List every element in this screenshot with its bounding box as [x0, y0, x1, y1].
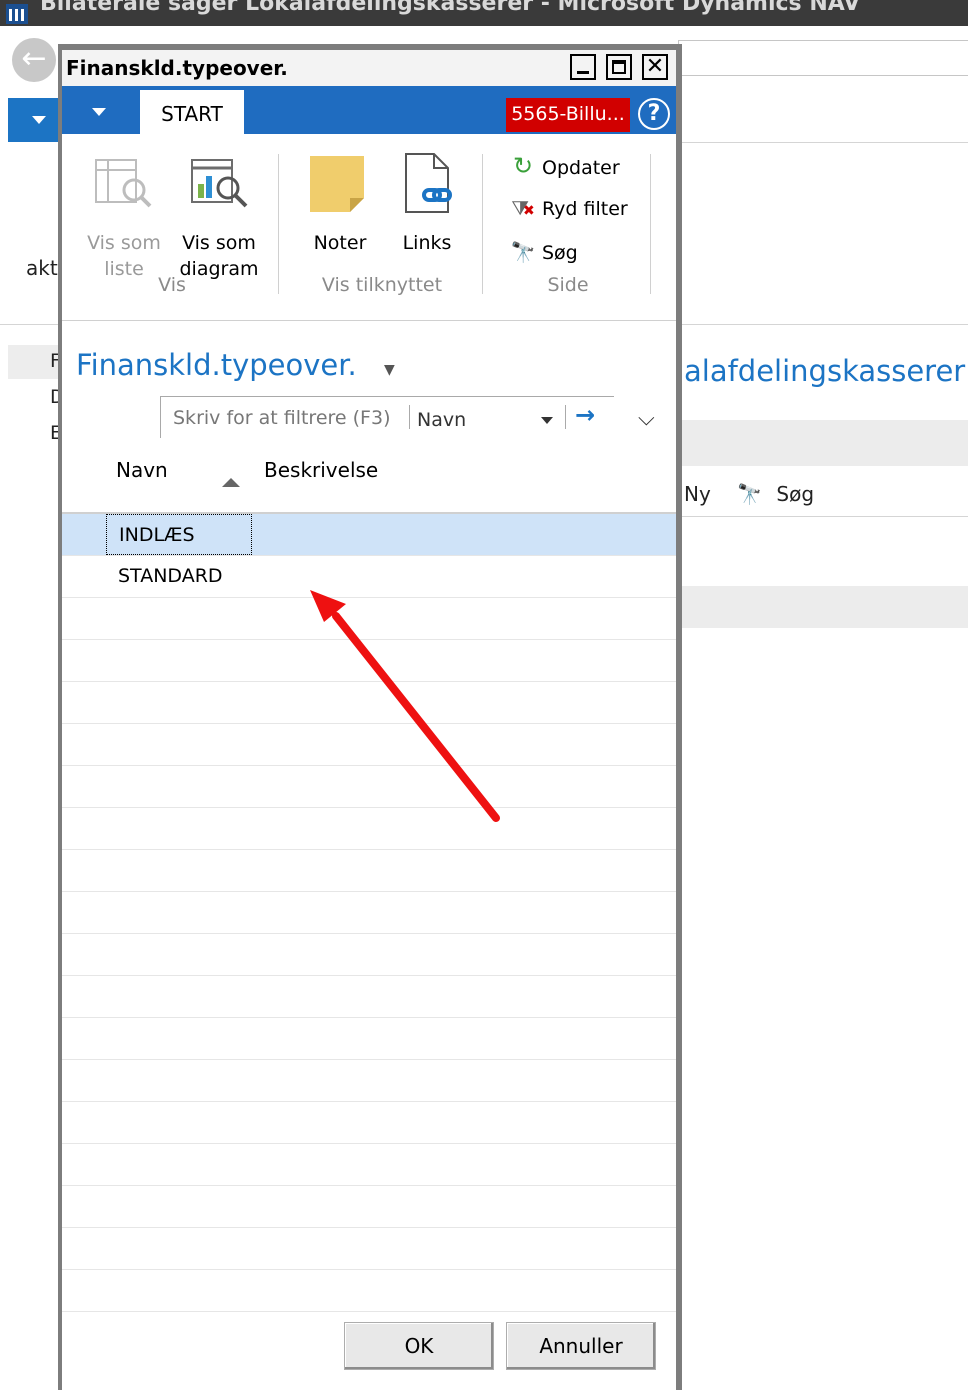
- main-action-bar: Ny 🔭 Søg: [684, 482, 814, 506]
- dialog-titlebar[interactable]: Finanskld.typeover. ✕: [62, 50, 676, 86]
- links-button[interactable]: Links: [392, 230, 462, 256]
- row-name-cell[interactable]: STANDARD: [106, 556, 233, 597]
- filter-field-dropdown-icon[interactable]: [541, 417, 553, 424]
- refresh-icon: ↻: [512, 152, 534, 180]
- notes-icon: [310, 156, 364, 212]
- empty-row: [62, 1060, 676, 1102]
- dialog-title: Finanskld.typeover.: [66, 56, 288, 80]
- main-new-action[interactable]: Ny: [684, 482, 711, 506]
- minimize-button[interactable]: [570, 54, 596, 80]
- dialog-menu-button[interactable]: [66, 90, 132, 132]
- empty-row: [62, 598, 676, 640]
- binoculars-icon: 🔭: [510, 240, 536, 264]
- empty-row: [62, 1144, 676, 1186]
- empty-row: [62, 934, 676, 976]
- dialog-tab-row: START 5565-Billu... ?: [62, 86, 676, 134]
- filter-bar: Skriv for at filtrere (F3) Navn →: [160, 396, 614, 438]
- empty-row: [62, 1102, 676, 1144]
- lookup-grid: INDLÆS STANDARD: [62, 514, 676, 1312]
- ribbon-separator: [482, 154, 483, 294]
- help-icon[interactable]: ?: [638, 98, 670, 130]
- links-icon: [405, 153, 452, 213]
- row-name-cell[interactable]: INDLÆS: [106, 514, 252, 555]
- noter-button[interactable]: Noter: [300, 230, 380, 256]
- main-ribbon-tab-divider: [680, 142, 968, 143]
- empty-row: [62, 1270, 676, 1312]
- dialog-ribbon: Vis som liste Vis som diagram Vis Noter …: [62, 134, 676, 321]
- sort-ascending-icon: [222, 478, 240, 487]
- filter-field-select[interactable]: Navn: [417, 409, 466, 431]
- close-button[interactable]: ✕: [642, 54, 668, 80]
- lookup-dialog-body: Finanskld.typeover. ✕ START 5565-Billu..…: [62, 50, 676, 1390]
- filter-separator: [565, 405, 566, 429]
- empty-row: [62, 850, 676, 892]
- company-badge[interactable]: 5565-Billu...: [506, 98, 630, 132]
- lookup-dialog: Finanskld.typeover. ✕ START 5565-Billu..…: [58, 44, 682, 1390]
- ribbon-separator: [650, 154, 651, 294]
- chart-view-icon: [191, 159, 248, 208]
- empty-row: [62, 1186, 676, 1228]
- empty-row: [62, 724, 676, 766]
- column-header-navn[interactable]: Navn: [116, 458, 168, 482]
- cancel-button[interactable]: Annuller: [506, 1322, 656, 1370]
- table-row[interactable]: INDLÆS: [62, 514, 676, 556]
- column-header-beskrivelse[interactable]: Beskrivelse: [264, 458, 378, 482]
- empty-row: [62, 640, 676, 682]
- soeg-button[interactable]: 🔭 Søg: [510, 240, 578, 264]
- empty-row: [62, 766, 676, 808]
- main-divider: [680, 516, 968, 517]
- empty-row: [62, 976, 676, 1018]
- ribbon-group-vis: Vis: [158, 274, 186, 296]
- chevron-down-icon[interactable]: ▼: [384, 362, 395, 378]
- main-window-title: Bilaterale sager Lokalafdelingskasserer …: [40, 0, 861, 16]
- opdater-button[interactable]: ↻ Opdater: [510, 152, 620, 180]
- main-app-menu-button[interactable]: [8, 98, 64, 142]
- arrow-right-icon[interactable]: →: [575, 401, 595, 429]
- binoculars-icon: 🔭: [737, 482, 763, 506]
- ribbon-group-side: Side: [547, 274, 589, 296]
- expand-chevron-icon[interactable]: ⌵: [638, 406, 655, 431]
- list-view-icon: [95, 159, 152, 208]
- filter-input[interactable]: Skriv for at filtrere (F3): [173, 407, 390, 429]
- table-row[interactable]: STANDARD: [62, 556, 676, 598]
- tab-start[interactable]: START: [140, 90, 244, 134]
- main-page-title: alafdelingskasserer: [684, 354, 966, 388]
- maximize-button[interactable]: [606, 54, 632, 80]
- empty-row: [62, 808, 676, 850]
- page-title: Finanskld.typeover.: [76, 348, 357, 382]
- empty-row: [62, 682, 676, 724]
- empty-row: [62, 1228, 676, 1270]
- ryd-filter-button[interactable]: ⧩✖ Ryd filter: [510, 196, 628, 220]
- main-search-action[interactable]: Søg: [776, 482, 814, 506]
- dynamics-nav-app-icon: [6, 4, 28, 24]
- empty-row: [62, 1018, 676, 1060]
- back-arrow-icon[interactable]: ←: [12, 38, 56, 82]
- clear-filter-icon: ⧩✖: [511, 196, 535, 220]
- ribbon-group-vis-tilknyttet: Vis tilknyttet: [321, 274, 443, 296]
- main-window-titlebar: Bilaterale sager Lokalafdelingskasserer …: [0, 0, 968, 26]
- ok-button[interactable]: OK: [344, 1322, 494, 1370]
- main-address-input[interactable]: [678, 40, 968, 76]
- filter-separator: [409, 405, 410, 429]
- empty-row: [62, 892, 676, 934]
- main-ribbon-partial-label: akt: [26, 256, 58, 280]
- main-list-header-strip: [680, 586, 968, 628]
- main-toolbar-strip: [680, 420, 968, 466]
- ribbon-separator: [278, 154, 279, 294]
